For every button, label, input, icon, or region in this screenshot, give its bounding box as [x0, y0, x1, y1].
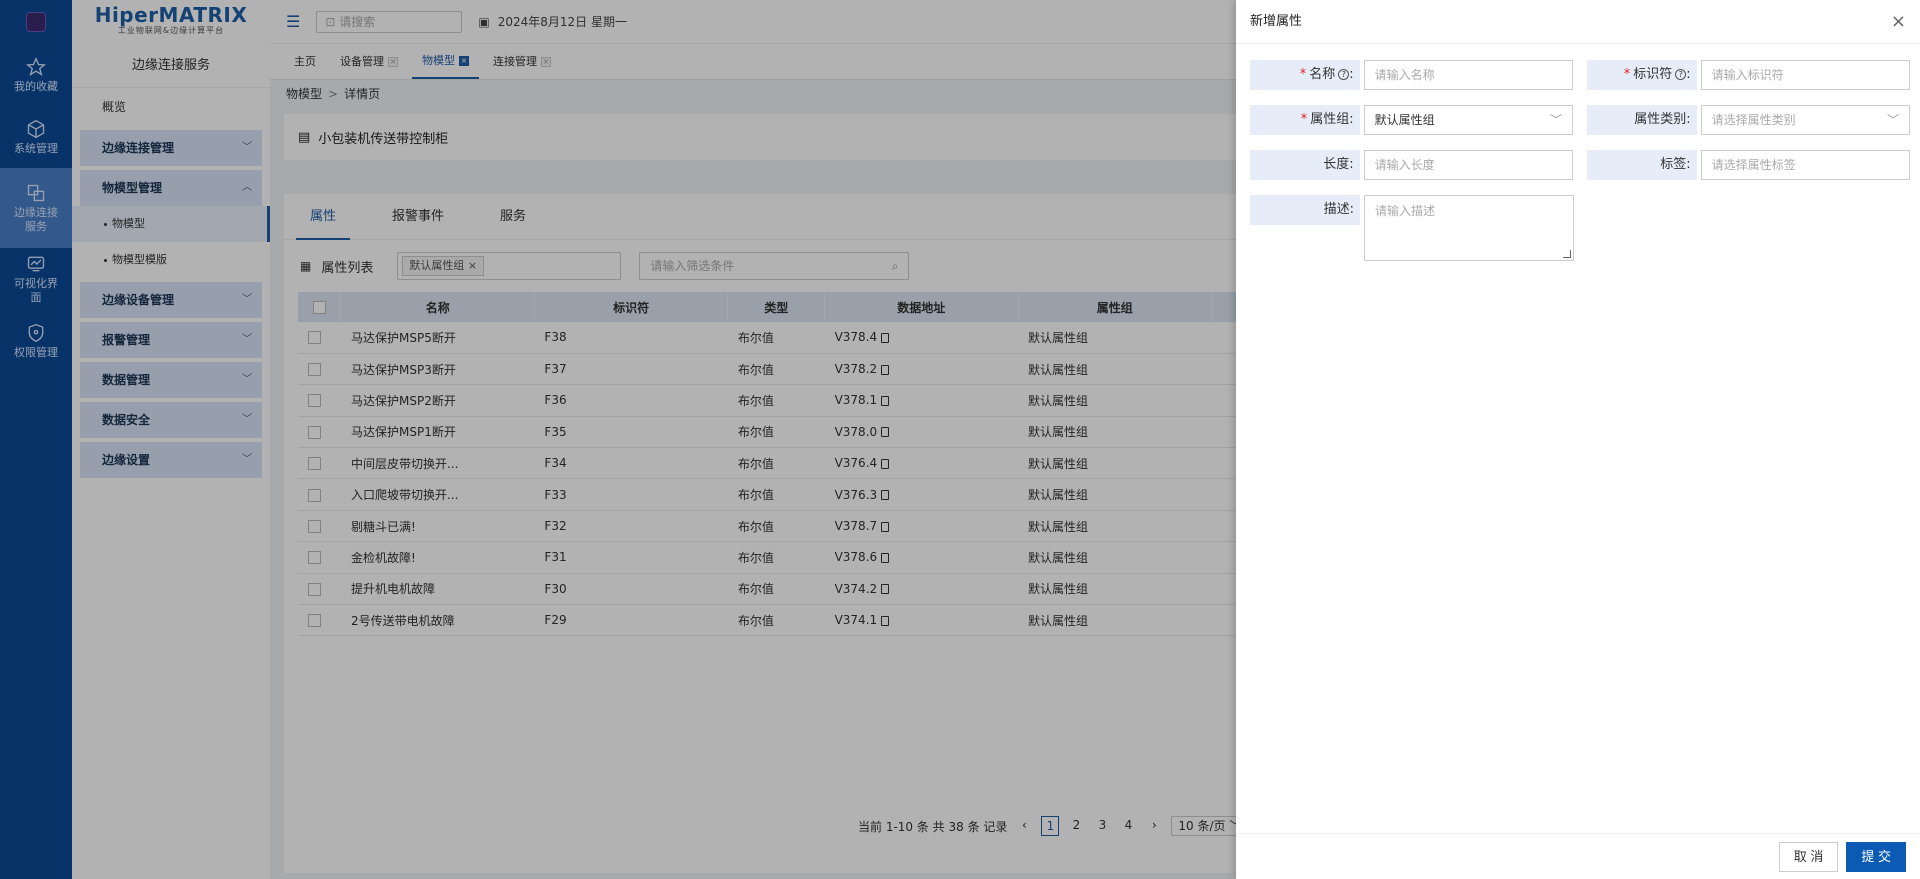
- name-label: * 名称?:: [1250, 60, 1360, 90]
- identifier-input[interactable]: 请输入标识符: [1700, 60, 1910, 90]
- tag-select[interactable]: 请选择属性标签: [1700, 150, 1910, 180]
- group-label: * 属性组:: [1250, 105, 1360, 135]
- length-input[interactable]: 请输入长度: [1363, 150, 1574, 180]
- cancel-button[interactable]: 取 消: [1778, 841, 1839, 872]
- name-input[interactable]: 请输入名称: [1363, 60, 1574, 90]
- close-icon[interactable]: ×: [1891, 0, 1906, 44]
- chevron-down-icon: ﹀: [1886, 113, 1899, 127]
- drawer-header: 新增属性 ×: [1236, 0, 1920, 44]
- modal-overlay[interactable]: [0, 0, 1236, 879]
- category-label: 属性类别:: [1586, 105, 1697, 135]
- help-icon[interactable]: ?: [1338, 69, 1350, 80]
- drawer-title: 新增属性: [1250, 14, 1303, 29]
- add-property-drawer: 新增属性 × * 名称?: 请输入名称 * 标识符?: 请输入标识符 * 属性组: 默…: [1236, 0, 1920, 879]
- description-textarea[interactable]: 请输入描述: [1364, 195, 1574, 261]
- identifier-label: * 标识符?:: [1586, 60, 1697, 90]
- group-select[interactable]: 默认属性组 ﹀: [1363, 105, 1574, 135]
- submit-button[interactable]: 提 交: [1846, 841, 1906, 872]
- chevron-down-icon: ﹀: [1550, 113, 1563, 127]
- resize-handle-icon[interactable]: [1563, 250, 1571, 258]
- description-label: 描述:: [1250, 195, 1360, 225]
- help-icon[interactable]: ?: [1675, 69, 1687, 80]
- category-select[interactable]: 请选择属性类别 ﹀: [1700, 105, 1910, 135]
- drawer-footer: 取 消 提 交: [1236, 833, 1920, 879]
- property-form: * 名称?: 请输入名称 * 标识符?: 请输入标识符 * 属性组: 默认属性组 ﹀ 属…: [1250, 60, 1910, 276]
- length-label: 长度:: [1250, 150, 1360, 180]
- tag-label: 标签:: [1586, 150, 1697, 180]
